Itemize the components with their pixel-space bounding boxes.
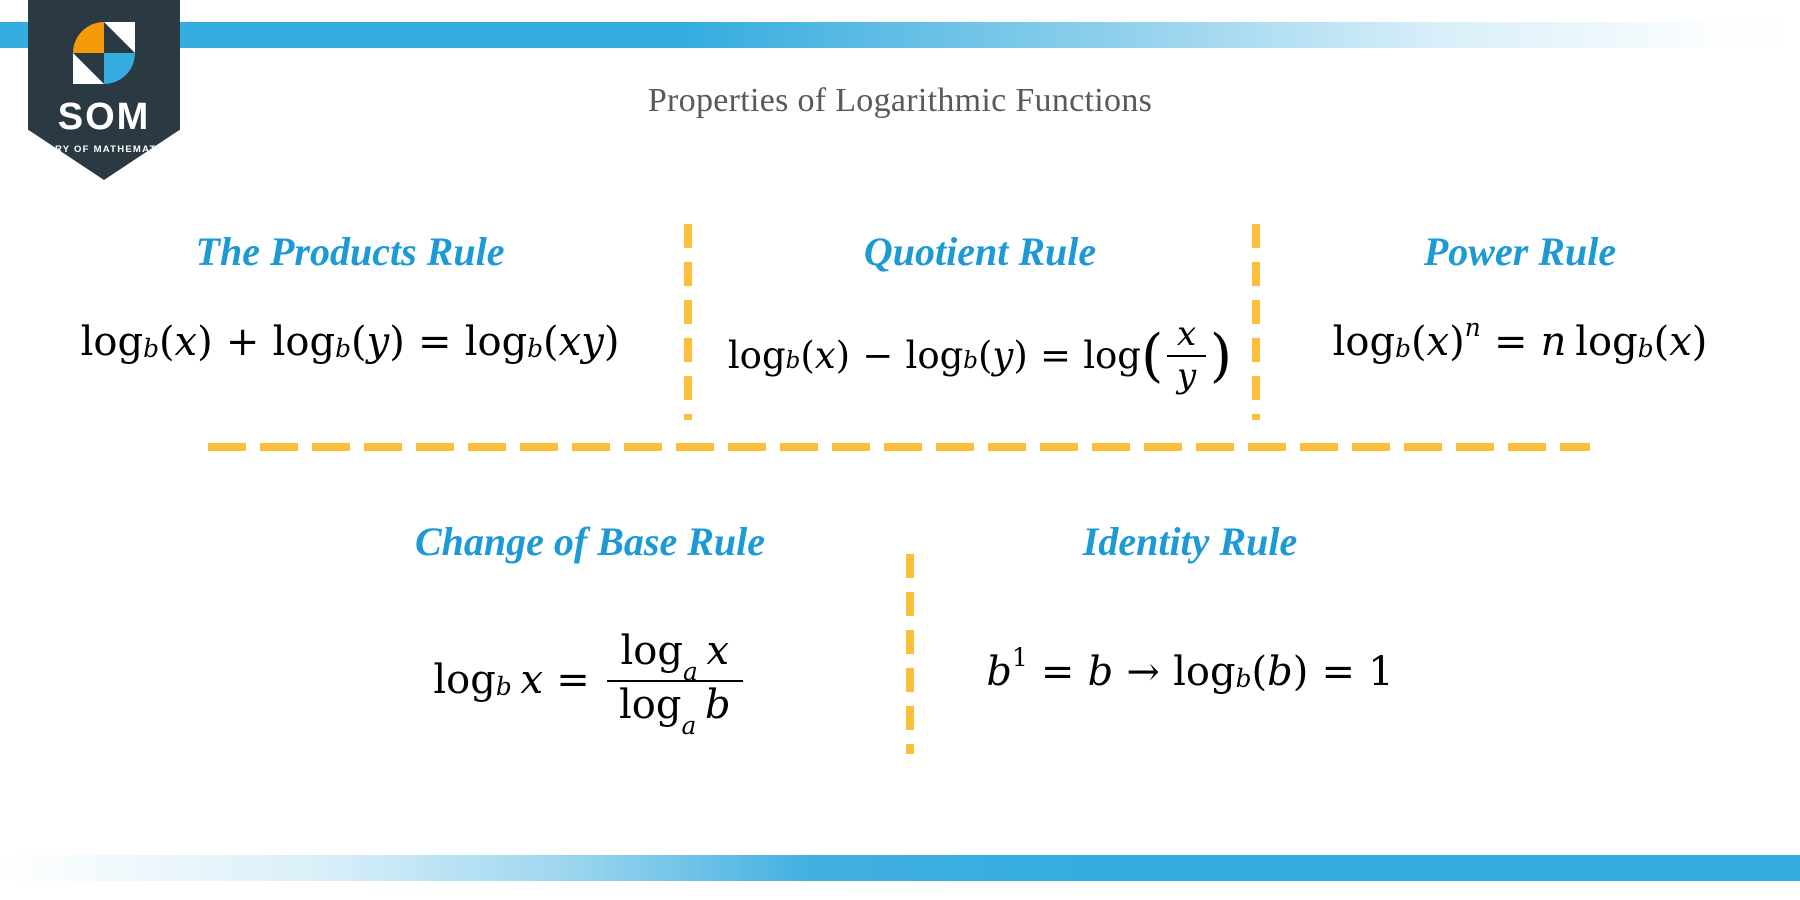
identity-b-3: b <box>1267 649 1293 695</box>
quotient-equals: = <box>1039 333 1071 377</box>
formula-change-of-base-rule: log b x = loga x loga b <box>200 620 980 740</box>
products-x: x <box>174 319 198 365</box>
identity-base-b: b <box>1235 664 1252 694</box>
identity-log: log <box>1173 649 1236 695</box>
products-log-1: log <box>80 319 144 365</box>
vertical-divider-3 <box>906 554 914 754</box>
cob-equals: = <box>556 657 590 703</box>
identity-exponent-1: 1 <box>1011 642 1028 672</box>
power-coefficient-n: n <box>1540 319 1567 365</box>
cob-base-b: b <box>495 672 512 702</box>
products-open-1: ( <box>158 319 175 365</box>
quotient-base-2: b <box>963 348 978 375</box>
products-close-2: ) <box>389 319 405 365</box>
quotient-numerator-x: x <box>1176 313 1197 354</box>
vertical-divider-2 <box>1252 224 1260 420</box>
heading-power-rule: Power Rule <box>1423 229 1617 274</box>
power-base-1: b <box>1395 334 1411 364</box>
quotient-y-1: y <box>992 333 1014 377</box>
quotient-log-3: log <box>1083 333 1141 377</box>
cob-log-1: log <box>433 657 496 703</box>
power-close-2: ) <box>1691 319 1708 365</box>
products-base-1: b <box>143 334 159 364</box>
power-close-1: ) <box>1449 319 1465 365</box>
quotient-log-1: log <box>727 333 786 377</box>
products-equals: = <box>417 319 452 365</box>
power-log-1: log <box>1332 319 1396 365</box>
cob-x-1: x <box>520 657 544 703</box>
cob-denominator: loga b <box>606 679 743 739</box>
page-title: Properties of Logarithmic Functions <box>647 82 1153 119</box>
cob-numerator: loga x <box>608 627 741 685</box>
heading-quotient-rule: Quotient Rule <box>863 229 1097 274</box>
bottom-accent-bar <box>0 855 1800 881</box>
identity-equals-2: = <box>1321 649 1356 695</box>
logo-quadrant-blue-icon <box>104 53 135 84</box>
slide-canvas: SOM STORY OF MATHEMATICS Properties of L… <box>0 0 1800 900</box>
logo-quadrant-orange-icon <box>73 22 104 53</box>
quotient-close-2: ) <box>1013 333 1028 377</box>
products-base-2: b <box>335 334 351 364</box>
quotient-close-1: ) <box>835 333 851 377</box>
formula-identity-rule: b1 = b → log b(b) = 1 <box>930 645 1450 695</box>
cob-log-2: log <box>620 627 683 674</box>
quotient-log-2: log <box>905 333 964 377</box>
power-open-1: ( <box>1411 319 1427 365</box>
formula-quotient-rule: log b(x) − log b(y) = log( x y ) <box>690 300 1270 410</box>
products-log-3: log <box>464 319 528 365</box>
identity-result-one: 1 <box>1368 649 1394 695</box>
identity-arrow: → <box>1126 649 1160 695</box>
products-y: y <box>366 319 390 365</box>
quotient-fraction: x y <box>1166 313 1207 395</box>
formula-power-rule: log b(x) n = n log b(x) <box>1260 315 1780 365</box>
quotient-denominator-y: y <box>1166 354 1207 395</box>
power-x-2: x <box>1669 319 1692 365</box>
power-x-1: x <box>1426 319 1450 365</box>
quotient-minus: − <box>862 333 894 377</box>
quotient-open-1: ( <box>800 333 815 377</box>
cob-log-3: log <box>618 681 682 728</box>
heading-change-of-base-rule: Change of Base Rule <box>414 519 766 564</box>
products-open-2: ( <box>350 319 367 365</box>
products-xy: xy <box>558 319 604 365</box>
power-log-2: log <box>1575 319 1638 365</box>
identity-close: ) <box>1292 649 1309 695</box>
quotient-x-1: x <box>814 333 836 377</box>
products-log-2: log <box>272 319 336 365</box>
heading-identity-rule: Identity Rule <box>1082 519 1298 564</box>
heading-products-rule: The Products Rule <box>195 229 505 274</box>
identity-b-2: b <box>1087 649 1114 695</box>
products-close-1: ) <box>197 319 213 365</box>
quotient-open-3: ( <box>1140 322 1164 390</box>
power-equals: = <box>1493 319 1528 365</box>
products-base-3: b <box>527 334 544 364</box>
formula-products-rule: log b(x) + log b(y) = log b(xy) <box>40 322 660 362</box>
logo-quadrant-white-top-icon <box>104 22 135 53</box>
identity-equals-1: = <box>1040 649 1075 695</box>
power-base-2: b <box>1637 334 1654 364</box>
quotient-close-3: ) <box>1209 322 1233 390</box>
identity-b-1: b <box>986 649 1012 695</box>
top-accent-bar <box>0 22 1800 48</box>
logo-tagline: STORY OF MATHEMATICS <box>31 144 177 155</box>
cob-base-a-2: a <box>681 711 697 741</box>
quotient-open-2: ( <box>977 333 993 377</box>
logo-quadrant-white-bottom-icon <box>73 53 104 84</box>
cob-fraction: loga x loga b <box>606 627 743 739</box>
power-exponent-n: n <box>1464 312 1481 342</box>
cob-base-a-1: a <box>682 657 698 687</box>
products-close-3: ) <box>603 319 620 365</box>
identity-open: ( <box>1251 649 1268 695</box>
cob-b: b <box>705 681 731 728</box>
cob-x-2: x <box>706 627 730 674</box>
horizontal-divider <box>208 443 1590 451</box>
products-plus: + <box>225 319 260 365</box>
quotient-base-1: b <box>785 348 801 375</box>
power-open-2: ( <box>1653 319 1670 365</box>
som-logo-icon <box>73 22 135 84</box>
products-open-3: ( <box>543 319 559 365</box>
